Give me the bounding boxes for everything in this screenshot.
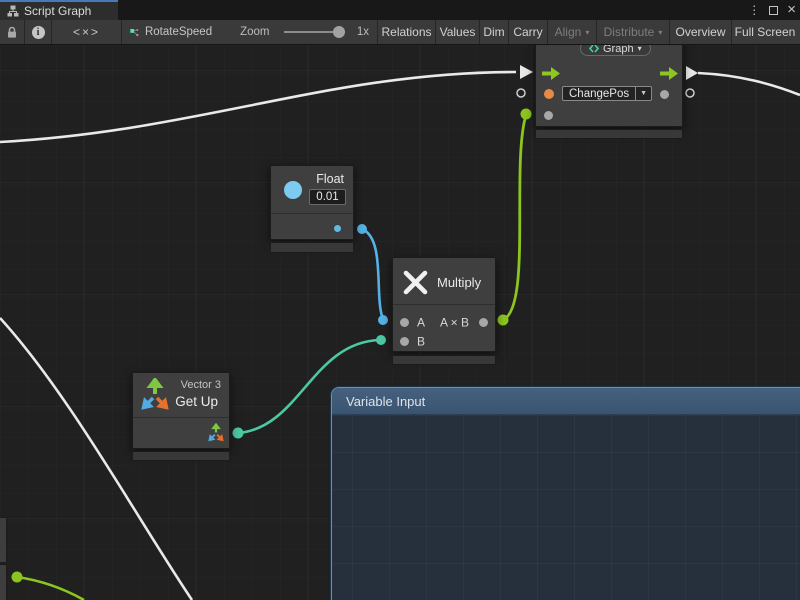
multiply-node-title: Multiply [437, 275, 481, 290]
dim-label: Dim [483, 25, 504, 39]
graph-reference-label[interactable]: RotateSpeed [145, 26, 212, 38]
event-value-endpoint[interactable] [521, 109, 532, 120]
multiply-result-endpoint[interactable] [498, 315, 509, 326]
window-menu-icon[interactable]: ⋮ [748, 4, 760, 16]
vector-output-port-icon[interactable] [207, 423, 225, 443]
float-value-field[interactable]: 0.01 [309, 189, 346, 205]
multiply-result-label: A × B [440, 315, 469, 329]
relations-label: Relations [381, 25, 431, 39]
variable-input-titlebar[interactable]: Variable Input [332, 388, 800, 415]
align-label: Align [555, 25, 582, 39]
lock-icon [6, 26, 18, 39]
graph-toolbar: i <×> RotateSpeed Zoom 1x Relations Valu… [0, 20, 800, 45]
vector-node-footer[interactable] [132, 451, 230, 461]
float-node[interactable]: Float 0.01 [270, 165, 354, 240]
event-graph-dropdown[interactable]: Graph ▾ [580, 45, 651, 56]
wire-float-to-multiply [362, 229, 383, 319]
event-out-value-port[interactable] [660, 90, 669, 99]
float-type-icon [284, 181, 302, 199]
lock-button[interactable] [0, 20, 25, 44]
multiply-node[interactable]: Multiply A A × B B [392, 257, 496, 352]
maximize-icon[interactable] [769, 6, 778, 15]
multiply-b-port[interactable] [400, 337, 409, 346]
full-screen-button[interactable]: Full Screen [732, 20, 798, 44]
overview-button[interactable]: Overview [670, 20, 732, 44]
multiply-icon [402, 269, 429, 296]
vector-type-label: Vector 3 [181, 379, 221, 391]
event-value-port[interactable] [544, 111, 553, 120]
vector-output-endpoint[interactable] [233, 428, 244, 439]
variable-dropdown[interactable]: ChangePos ▼ [562, 86, 652, 101]
multiply-result-port[interactable] [479, 318, 488, 327]
wire-multiply-to-event [503, 115, 526, 320]
align-button[interactable]: Align ▾ [548, 20, 597, 44]
align-dropdown-icon: ▾ [585, 28, 589, 37]
event-node[interactable]: Graph ▾ ChangePos ▼ [535, 45, 683, 127]
tab-bar: Script Graph ⋮ × [0, 0, 800, 20]
edit-graph-button[interactable]: <×> [52, 20, 122, 44]
script-graph-window: Script Graph ⋮ × i <×> [0, 0, 800, 600]
variable-input-panel[interactable]: Variable Input [331, 387, 800, 600]
close-icon[interactable]: × [787, 2, 796, 17]
values-button[interactable]: Values [436, 20, 480, 44]
zoom-label: Zoom [240, 26, 269, 38]
flow-output-triangle[interactable] [686, 66, 698, 80]
script-graph-icon [589, 45, 599, 53]
vector-node-title: Get Up [175, 394, 218, 409]
float-output-endpoint[interactable] [357, 224, 367, 234]
info-icon: i [32, 26, 45, 39]
multiply-b-endpoint[interactable] [376, 335, 386, 345]
flow-input-triangle[interactable] [520, 65, 533, 79]
float-node-title: Float [316, 172, 344, 186]
dim-button[interactable]: Dim [480, 20, 509, 44]
wire-green-bottom-endpoint[interactable] [12, 572, 23, 583]
graph-asset-icon [130, 26, 139, 39]
variable-input-title: Variable Input [346, 394, 425, 409]
event-left-open-port[interactable] [517, 89, 525, 97]
event-right-open-port[interactable] [686, 89, 694, 97]
code-unit-icon: <×> [73, 25, 100, 39]
flow-out-port-icon[interactable] [660, 67, 679, 80]
graph-hierarchy-icon [7, 5, 19, 17]
variable-dropdown-arrow-icon: ▼ [636, 86, 652, 101]
carry-label: Carry [513, 25, 542, 39]
zoom-slider[interactable] [284, 25, 345, 39]
distribute-button[interactable]: Distribute ▾ [597, 20, 670, 44]
graph-context-section: RotateSpeed Zoom 1x [122, 20, 378, 44]
flow-in-port-icon[interactable] [542, 67, 561, 80]
distribute-label: Distribute [604, 25, 655, 39]
multiply-a-label: A [417, 315, 425, 329]
relations-button[interactable]: Relations [378, 20, 436, 44]
vector3-icon [139, 378, 171, 412]
offscreen-node-lower[interactable] [0, 564, 7, 600]
offscreen-node-body[interactable] [0, 517, 7, 563]
float-output-port[interactable] [334, 225, 341, 232]
zoom-slider-thumb[interactable] [333, 26, 345, 38]
vector-node[interactable]: Vector 3 Get Up [132, 372, 230, 449]
multiply-a-endpoint[interactable] [378, 315, 388, 325]
carry-button[interactable]: Carry [509, 20, 548, 44]
values-label: Values [440, 25, 476, 39]
event-node-footer[interactable] [535, 129, 683, 139]
full-screen-label: Full Screen [735, 25, 796, 39]
variable-dropdown-value: ChangePos [562, 86, 636, 101]
graph-canvas[interactable]: Graph ▾ ChangePos ▼ Float 0 [0, 45, 800, 600]
overview-label: Overview [675, 25, 725, 39]
event-graph-arrow-icon: ▾ [638, 45, 642, 53]
event-graph-label: Graph [603, 45, 634, 55]
tab-script-graph[interactable]: Script Graph [0, 0, 118, 20]
wire-event-out [698, 73, 800, 95]
zoom-value: 1x [357, 26, 369, 38]
inspect-button[interactable]: i [25, 20, 52, 44]
distribute-dropdown-icon: ▾ [658, 28, 662, 37]
multiply-b-label: B [417, 334, 425, 348]
wire-green-bottom [17, 577, 84, 600]
float-node-footer[interactable] [270, 242, 354, 253]
multiply-a-port[interactable] [400, 318, 409, 327]
multiply-node-footer[interactable] [392, 355, 496, 365]
tab-label: Script Graph [24, 4, 91, 18]
wire-event-in [0, 72, 516, 142]
event-target-port[interactable] [544, 89, 554, 99]
